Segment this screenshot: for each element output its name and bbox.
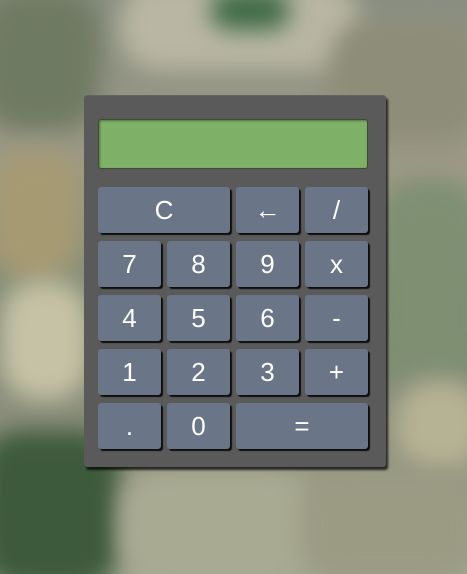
equals-button[interactable]: =	[236, 403, 368, 449]
background-shape	[0, 150, 80, 280]
add-button[interactable]: +	[305, 349, 368, 395]
background-shape	[395, 380, 467, 470]
background-shape	[380, 180, 467, 380]
decimal-button[interactable]: .	[98, 403, 161, 449]
digit-4-button[interactable]: 4	[98, 295, 161, 341]
digit-9-button[interactable]: 9	[236, 241, 299, 287]
subtract-button[interactable]: -	[305, 295, 368, 341]
calculator-display	[98, 119, 368, 169]
background-shape	[0, 280, 90, 400]
backspace-button[interactable]: ←	[236, 187, 299, 233]
digit-1-button[interactable]: 1	[98, 349, 161, 395]
digit-3-button[interactable]: 3	[236, 349, 299, 395]
multiply-button[interactable]: x	[305, 241, 368, 287]
background-shape	[120, 470, 320, 574]
calculator: C ← / 7 8 9 x 4 5 6 - 1 2 3 + . 0 =	[84, 95, 386, 467]
divide-button[interactable]: /	[305, 187, 368, 233]
background-shape	[300, 470, 467, 574]
digit-8-button[interactable]: 8	[167, 241, 230, 287]
background-shape	[210, 0, 290, 30]
clear-button[interactable]: C	[98, 187, 230, 233]
digit-7-button[interactable]: 7	[98, 241, 161, 287]
digit-0-button[interactable]: 0	[167, 403, 230, 449]
digit-6-button[interactable]: 6	[236, 295, 299, 341]
digit-5-button[interactable]: 5	[167, 295, 230, 341]
digit-2-button[interactable]: 2	[167, 349, 230, 395]
